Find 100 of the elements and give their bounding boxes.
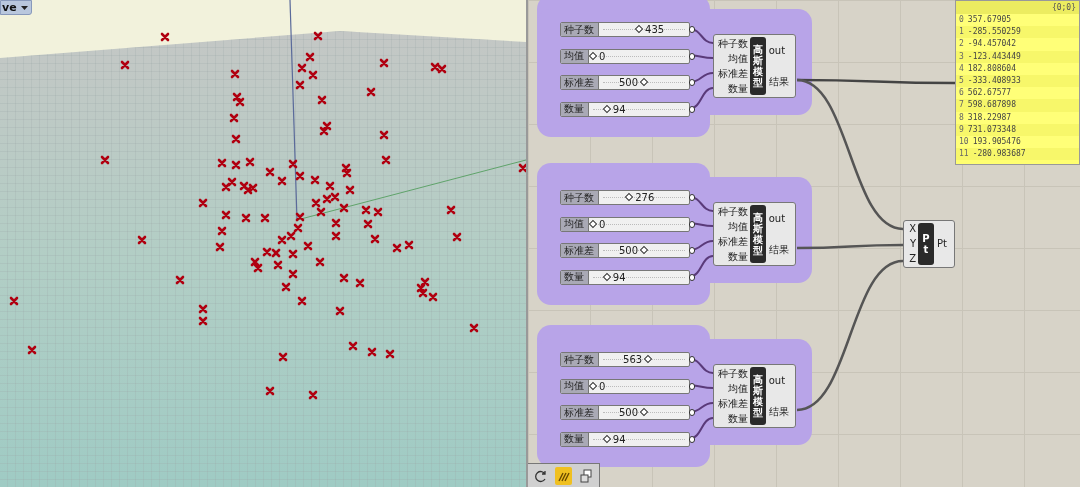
slider-grip-icon[interactable] [602,434,612,443]
row-value: -123.443449 [967,52,1021,61]
slider-label: 均值 [561,49,589,63]
row-index: 5 [959,77,964,86]
output-port-icon[interactable] [689,273,695,281]
output-label: Pt [937,239,948,249]
output-label: out [768,45,787,56]
input-label: 标准差 [718,236,749,247]
slider-value: 276 [635,193,655,203]
output-port-icon[interactable] [689,194,695,201]
slider-grip-icon[interactable] [639,77,649,87]
row-value: 318.22987 [967,113,1012,122]
output-label: out [768,213,787,224]
output-port-icon[interactable] [689,356,695,363]
row-index: 11 [959,150,969,159]
row-index: 4 [959,64,964,73]
toolbar-button[interactable] [577,466,595,485]
panel-header: {0;0} [1051,2,1076,14]
slider-value: 0 [599,51,606,62]
slider-value: 500 [618,78,638,88]
row-value: 598.687898 [967,101,1016,110]
number-slider[interactable]: 标准差 500 [560,75,690,90]
output-label: 结果 [768,406,790,417]
slider-label: 标准差 [561,406,599,419]
input-label: 标准差 [718,68,749,79]
row-index: 9 [959,125,964,134]
window-stack-icon [579,468,594,483]
output-port-icon[interactable] [689,52,695,60]
row-index: 1 [959,28,964,37]
number-slider[interactable]: 标准差 500 [560,405,690,420]
number-slider[interactable]: 标准差 500 [560,243,690,258]
slider-grip-icon[interactable] [643,354,653,364]
row-index: 0 [959,16,964,25]
number-slider[interactable]: 种子数 563 [560,352,690,367]
slider-value: 0 [599,381,606,392]
slider-label: 种子数 [561,23,599,36]
slider-label: 数量 [561,102,589,116]
row-value: -333.408933 [967,77,1021,86]
row-value: -280.983687 [972,150,1026,159]
row-value: 731.073348 [967,125,1016,134]
slider-value: 500 [618,246,638,256]
rotate-icon [533,468,548,483]
slider-value: 563 [623,355,643,365]
input-label: 数量 [728,413,749,424]
slider-value: 94 [612,272,626,283]
row-index: 7 [959,101,964,110]
row-index: 6 [959,89,964,98]
slider-grip-icon[interactable] [588,219,598,228]
row-index: 3 [959,52,964,61]
viewport-title-tab[interactable]: ve [0,0,32,15]
output-port-icon[interactable] [689,435,695,443]
slider-value: 0 [599,219,606,230]
input-label: 标准差 [718,398,749,409]
slider-grip-icon[interactable] [602,272,612,281]
row-value: 193.905476 [972,137,1021,146]
component-nickname: 高斯模型 [750,205,766,263]
component-nickname: 高斯模型 [750,37,766,95]
slider-grip-icon[interactable] [639,407,649,417]
output-port-icon[interactable] [689,79,695,86]
number-slider[interactable]: 种子数 435 [560,22,690,37]
slider-label: 标准差 [561,244,599,257]
slider-label: 数量 [561,432,589,446]
slider-grip-icon[interactable] [625,192,634,202]
toolbar-button[interactable] [554,466,573,485]
input-label: 数量 [728,83,749,94]
row-value: 562.67577 [967,89,1012,98]
row-value: -94.457042 [967,40,1016,49]
row-index: 2 [959,40,964,49]
input-label: X [909,224,916,235]
number-slider[interactable]: 种子数 276 [560,190,690,205]
input-label: 均值 [728,53,749,64]
input-label: Z [909,253,916,264]
output-port-icon[interactable] [689,409,695,416]
slider-label: 种子数 [561,191,599,204]
component-nickname: 高斯模型 [750,367,766,425]
output-port-icon[interactable] [689,247,695,254]
slider-label: 均值 [561,217,589,231]
slider-grip-icon[interactable] [639,245,649,255]
slider-label: 标准差 [561,76,599,89]
row-index: 8 [959,113,964,122]
output-port-icon[interactable] [689,382,695,390]
input-label: 均值 [728,221,749,232]
output-port-icon[interactable] [689,105,695,113]
row-index: 10 [959,137,969,146]
input-label: 种子数 [718,206,749,217]
output-port-icon[interactable] [689,26,695,33]
input-label: 种子数 [718,368,749,379]
output-label: out [768,375,787,386]
slider-grip-icon[interactable] [602,104,612,113]
output-port-icon[interactable] [689,220,695,228]
row-value: -285.550259 [967,28,1021,37]
slider-grip-icon[interactable] [634,24,644,34]
slider-label: 均值 [561,379,589,393]
slider-grip-icon[interactable] [588,381,598,390]
row-value: 357.67905 [967,16,1012,25]
slider-grip-icon[interactable] [588,51,598,60]
slider-value: 500 [618,408,638,418]
slider-value: 435 [645,25,665,35]
input-label: 种子数 [718,38,749,49]
output-label: 结果 [768,76,790,87]
